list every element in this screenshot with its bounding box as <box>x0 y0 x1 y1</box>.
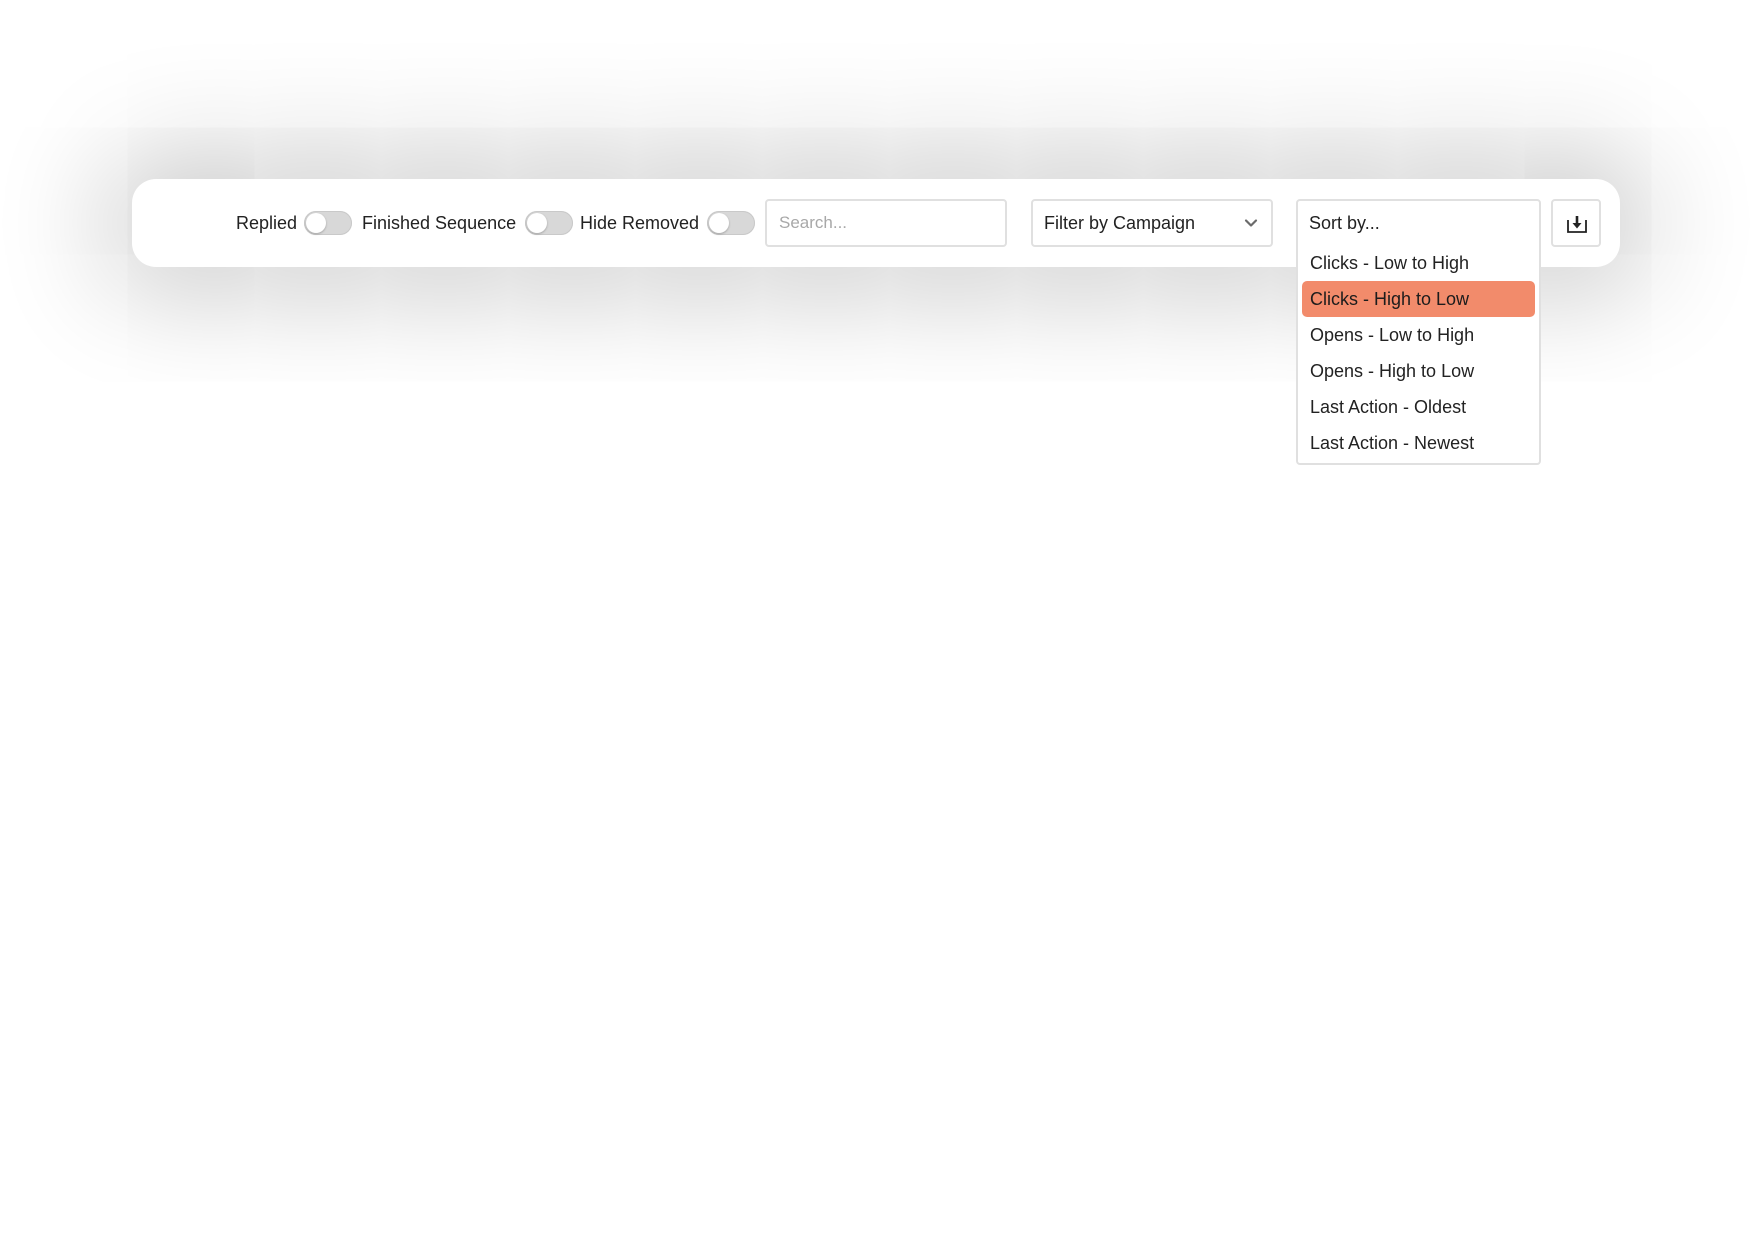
hide-removed-toggle[interactable] <box>707 211 755 235</box>
download-button[interactable] <box>1551 199 1601 247</box>
finished-sequence-toggle[interactable] <box>525 211 573 235</box>
replied-toggle[interactable] <box>304 211 352 235</box>
campaign-filter-select[interactable]: Filter by Campaign <box>1031 199 1273 247</box>
sort-placeholder[interactable]: Sort by... <box>1309 201 1380 245</box>
sort-options-list: Clicks - Low to High Clicks - High to Lo… <box>1302 245 1535 461</box>
sort-option[interactable]: Last Action - Newest <box>1302 425 1535 461</box>
sort-option[interactable]: Last Action - Oldest <box>1302 389 1535 425</box>
toggle-knob <box>306 213 326 233</box>
campaign-filter-value: Filter by Campaign <box>1044 213 1196 233</box>
chevron-down-icon <box>1244 219 1258 227</box>
sort-option-highlighted[interactable]: Clicks - High to Low <box>1302 281 1535 317</box>
sort-option[interactable]: Opens - Low to High <box>1302 317 1535 353</box>
search-input[interactable] <box>765 199 1007 247</box>
page: Replied Finished Sequence Hide Removed F… <box>0 0 1750 1260</box>
sort-dropdown[interactable]: Sort by... Clicks - Low to High Clicks -… <box>1296 199 1541 465</box>
replied-label: Replied <box>236 213 298 233</box>
toggle-knob <box>709 213 729 233</box>
sort-option[interactable]: Opens - High to Low <box>1302 353 1535 389</box>
download-icon <box>1567 216 1587 233</box>
sort-option[interactable]: Clicks - Low to High <box>1302 245 1535 281</box>
finished-sequence-label: Finished Sequence <box>362 213 517 233</box>
hide-removed-label: Hide Removed <box>580 213 700 233</box>
toggle-knob <box>527 213 547 233</box>
filter-toolbar: Replied Finished Sequence Hide Removed F… <box>132 179 1620 465</box>
